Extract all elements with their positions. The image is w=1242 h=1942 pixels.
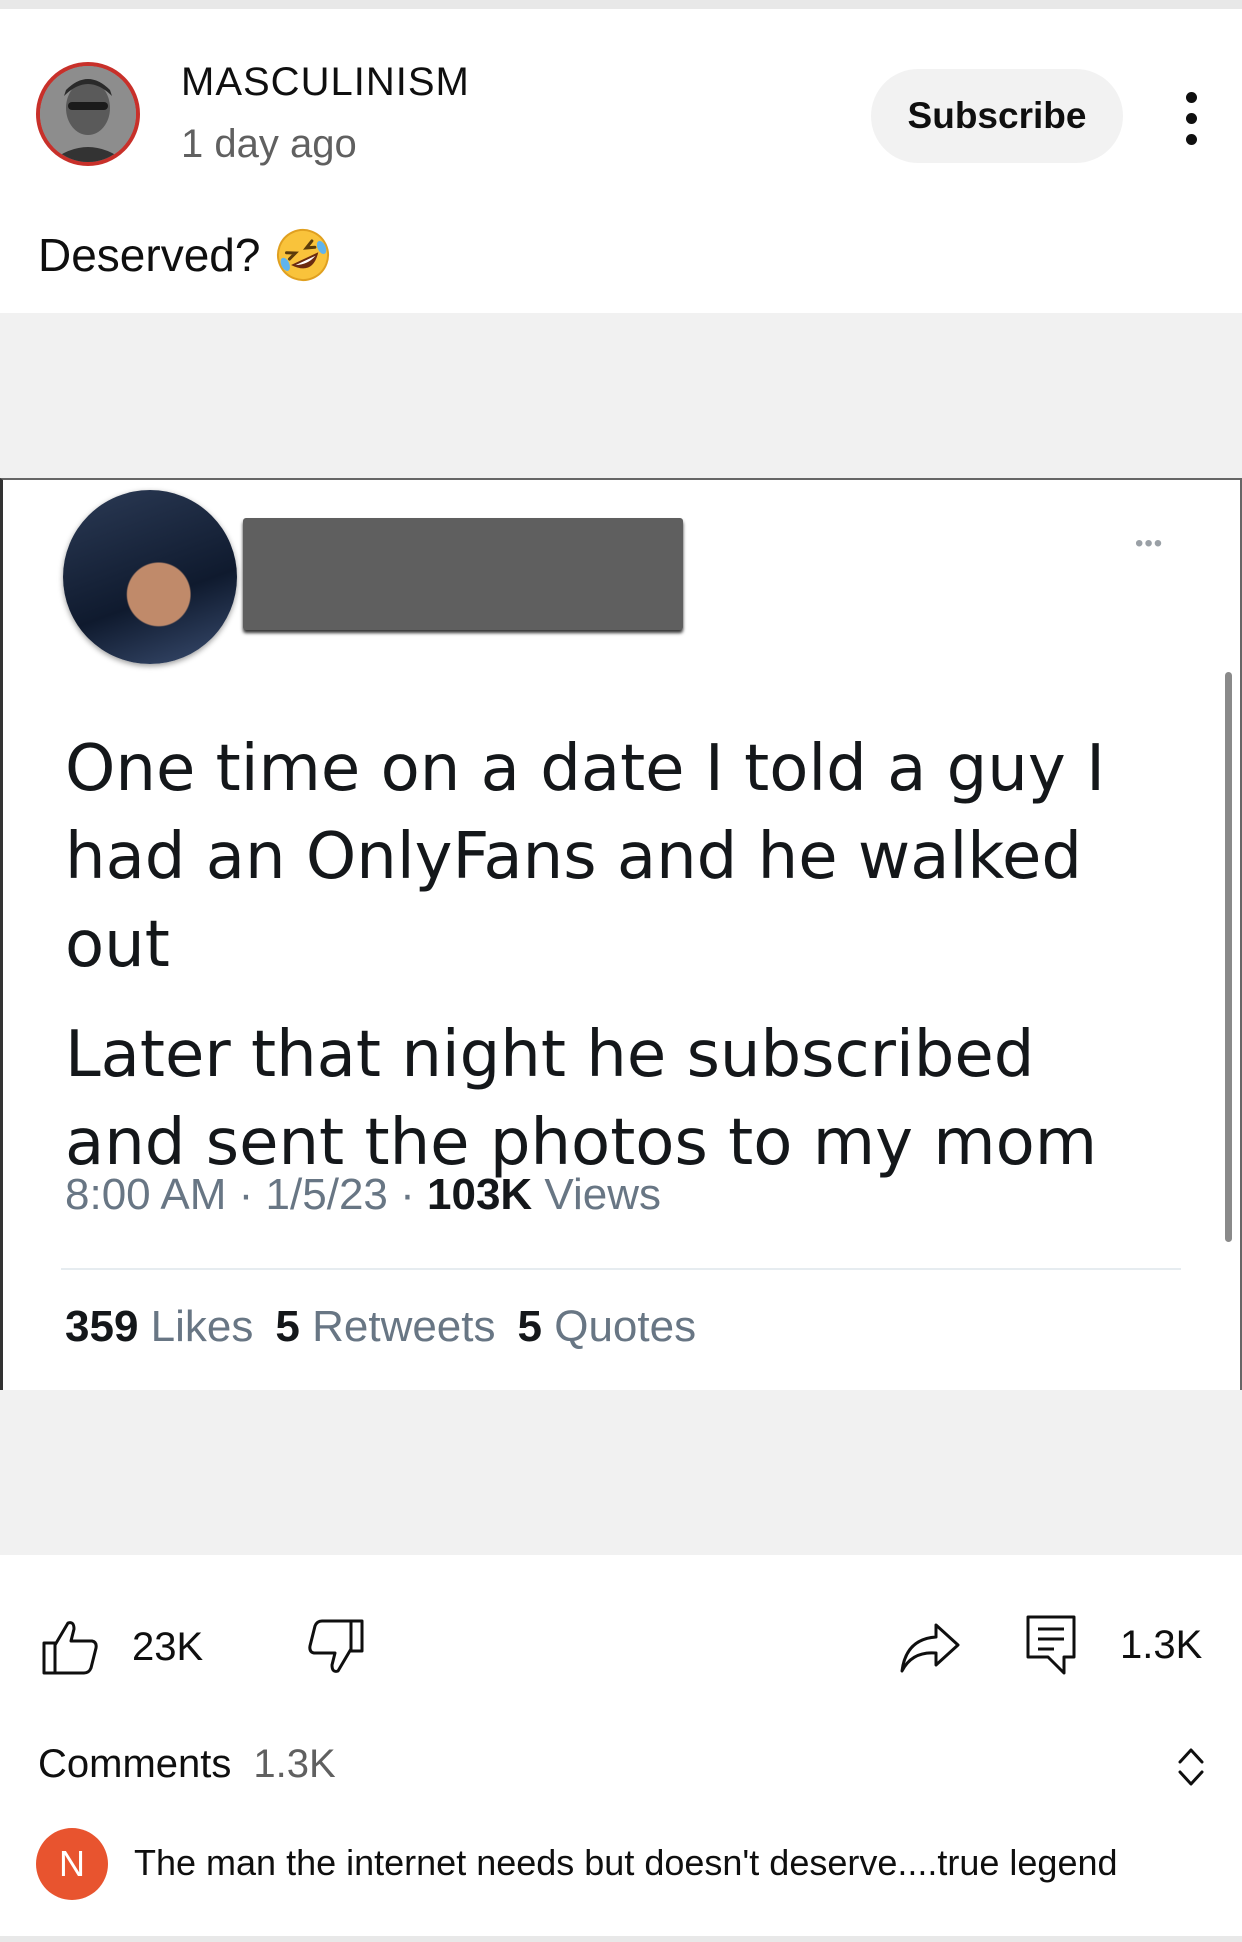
- expand-comments-icon[interactable]: [1174, 1744, 1208, 1790]
- comment-icon: [1026, 1615, 1076, 1675]
- comments-button[interactable]: 1.3K: [1024, 1613, 1202, 1677]
- top-divider: [0, 0, 1242, 9]
- bottom-divider: [0, 1936, 1242, 1942]
- tweet-divider: [61, 1268, 1181, 1270]
- tweet-time: 8:00 AM: [65, 1170, 227, 1219]
- channel-avatar[interactable]: [36, 62, 140, 166]
- comments-header[interactable]: Comments 1.3K: [38, 1742, 336, 1787]
- comment-text[interactable]: The man the internet needs but doesn't d…: [134, 1842, 1118, 1884]
- tweet-meta: 8:00 AM · 1/5/23 · 103K Views: [65, 1170, 661, 1219]
- share-icon: [900, 1623, 960, 1673]
- post-caption: Deserved?: [38, 226, 332, 284]
- tweet-paragraph-2: Later that night he subscribed and sent …: [65, 1018, 1098, 1180]
- redacted-username: [243, 518, 683, 630]
- caption-text: Deserved?: [38, 229, 261, 281]
- tweet-likes-count: 359: [65, 1302, 139, 1351]
- share-button[interactable]: [898, 1617, 962, 1677]
- more-options-icon[interactable]: [1172, 88, 1212, 148]
- channel-name[interactable]: MASCULINISM: [181, 60, 470, 105]
- tweet-author-avatar: [63, 490, 237, 664]
- tweet-more-icon: •••: [1135, 530, 1164, 557]
- tweet-screenshot: ••• One time on a date I told a guy I ha…: [0, 478, 1242, 1390]
- tweet-retweets-label: Retweets: [312, 1302, 496, 1351]
- thumbs-up-icon: [42, 1621, 98, 1675]
- tweet-retweets-count: 5: [275, 1302, 300, 1351]
- post-timestamp: 1 day ago: [181, 122, 357, 166]
- tweet-likes-label: Likes: [150, 1302, 254, 1351]
- dislike-button[interactable]: [306, 1617, 366, 1677]
- comments-count: 1.3K: [253, 1742, 336, 1786]
- channel-avatar-image: [40, 66, 136, 162]
- tweet-views-label: Views: [544, 1170, 661, 1219]
- tweet-quotes-label: Quotes: [554, 1302, 697, 1351]
- comments-label: Comments: [38, 1742, 232, 1786]
- tweet-stats: 359 Likes 5 Retweets 5 Quotes: [65, 1302, 696, 1352]
- tweet-date: 1/5/23: [265, 1170, 388, 1219]
- tweet-views-count: 103K: [427, 1170, 533, 1219]
- like-count: 23K: [132, 1624, 204, 1669]
- tweet-body: One time on a date I told a guy I had an…: [65, 725, 1165, 1209]
- thumbs-down-icon: [308, 1619, 364, 1673]
- comment-count: 1.3K: [1120, 1622, 1203, 1667]
- tweet-quotes-count: 5: [517, 1302, 542, 1351]
- rolling-on-floor-laughing-icon: [277, 229, 330, 281]
- scroll-indicator: [1225, 672, 1232, 1242]
- tweet-paragraph-1: One time on a date I told a guy I had an…: [65, 732, 1105, 982]
- commenter-avatar[interactable]: N: [36, 1828, 108, 1900]
- like-button[interactable]: 23K: [40, 1617, 203, 1677]
- subscribe-button[interactable]: Subscribe: [871, 69, 1123, 163]
